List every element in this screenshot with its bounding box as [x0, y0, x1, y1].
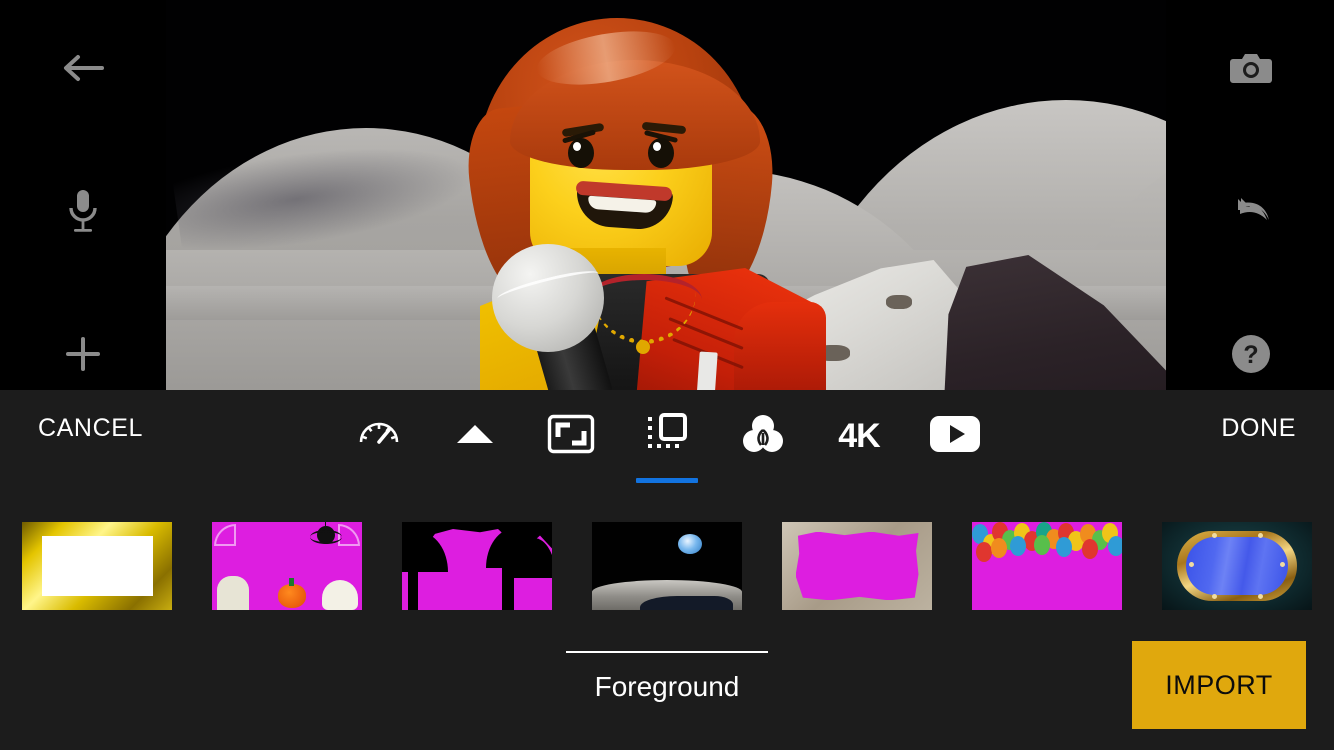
stone-frame-center [796, 532, 919, 601]
balloon [1082, 539, 1098, 559]
import-button[interactable]: IMPORT [1132, 641, 1306, 729]
boulder-spot [886, 295, 912, 309]
tool-crop[interactable] [540, 406, 602, 466]
balloon [1010, 536, 1026, 556]
porthole-bolt [1258, 594, 1263, 599]
help-circle-icon: ? [1230, 333, 1272, 380]
app-root: ? CANCEL DONE [0, 0, 1334, 750]
porthole-glass [1186, 537, 1288, 595]
thumbnail-porthole[interactable] [1162, 522, 1312, 610]
spider-icon [317, 526, 335, 544]
add-button[interactable] [51, 324, 115, 388]
tool-resolution[interactable]: 4K [828, 406, 890, 466]
moon-surface-shadow [640, 596, 733, 610]
thumbnail-halloween[interactable] [212, 522, 362, 610]
video-preview[interactable]: ? [0, 0, 1334, 390]
tool-speed[interactable] [348, 406, 410, 466]
gold-frame-center [42, 536, 153, 596]
balloon [1056, 537, 1072, 557]
speedometer-icon [356, 411, 402, 462]
balloon-cluster [972, 522, 1122, 548]
thumbnail-balloons[interactable] [972, 522, 1122, 610]
help-button[interactable]: ? [1219, 324, 1283, 388]
microphone-button[interactable] [51, 181, 115, 245]
foreground-thumbnail-list[interactable] [0, 522, 1334, 632]
porthole-bolt [1212, 594, 1217, 599]
earth-icon [678, 534, 702, 554]
tool-foreground[interactable] [636, 406, 698, 466]
svg-text:?: ? [1243, 341, 1258, 369]
tombstone-icon [217, 576, 249, 610]
balloon [991, 538, 1007, 558]
thumbnail-palms[interactable] [402, 522, 552, 610]
microphone-icon [67, 188, 99, 239]
right-tool-rail: ? [1168, 0, 1334, 390]
jacket-arm-red [734, 302, 826, 390]
undo-icon [1229, 194, 1273, 233]
left-tool-rail [0, 0, 166, 390]
back-arrow-icon [60, 51, 106, 90]
camera-icon [1230, 50, 1272, 91]
play-button-icon [929, 415, 981, 458]
done-button[interactable]: DONE [1221, 414, 1296, 443]
balloon [1108, 536, 1122, 556]
boulder-shadow-face [944, 255, 1166, 390]
crop-frame-icon [547, 414, 595, 459]
pumpkin-icon [278, 584, 306, 608]
tool-color[interactable] [732, 406, 794, 466]
cancel-button[interactable]: CANCEL [38, 414, 143, 443]
balloon [976, 542, 992, 562]
plus-icon [64, 335, 102, 378]
thumbnail-stone-frame[interactable] [782, 522, 932, 610]
toolbar-icon-group: 4K [340, 390, 1000, 482]
panel-footer: Foreground IMPORT [0, 645, 1334, 750]
necklace-pendant [636, 340, 650, 354]
triangle-up-icon [455, 422, 495, 451]
preview-stage [166, 0, 1166, 390]
camera-button[interactable] [1219, 38, 1283, 102]
color-circles-icon [740, 412, 786, 461]
lego-minifigure [466, 12, 826, 390]
tool-play[interactable] [924, 406, 986, 466]
ghost-icon [322, 580, 358, 610]
tool-caret-up[interactable] [444, 406, 506, 466]
editor-toolbar: CANCEL DONE [0, 390, 1334, 482]
eye [568, 138, 594, 168]
tool-selected-indicator [636, 478, 698, 483]
section-rule [566, 651, 768, 653]
editor-bottom-panel: CANCEL DONE [0, 390, 1334, 750]
thumbnail-gold-frame[interactable] [22, 522, 172, 610]
undo-button[interactable] [1219, 181, 1283, 245]
pocket-card [696, 351, 717, 390]
balloon [1034, 535, 1050, 555]
eye [648, 138, 674, 168]
layers-foreground-icon [644, 411, 690, 462]
back-button[interactable] [51, 38, 115, 102]
resolution-label: 4K [838, 417, 879, 456]
thumbnail-earthrise[interactable] [592, 522, 742, 610]
